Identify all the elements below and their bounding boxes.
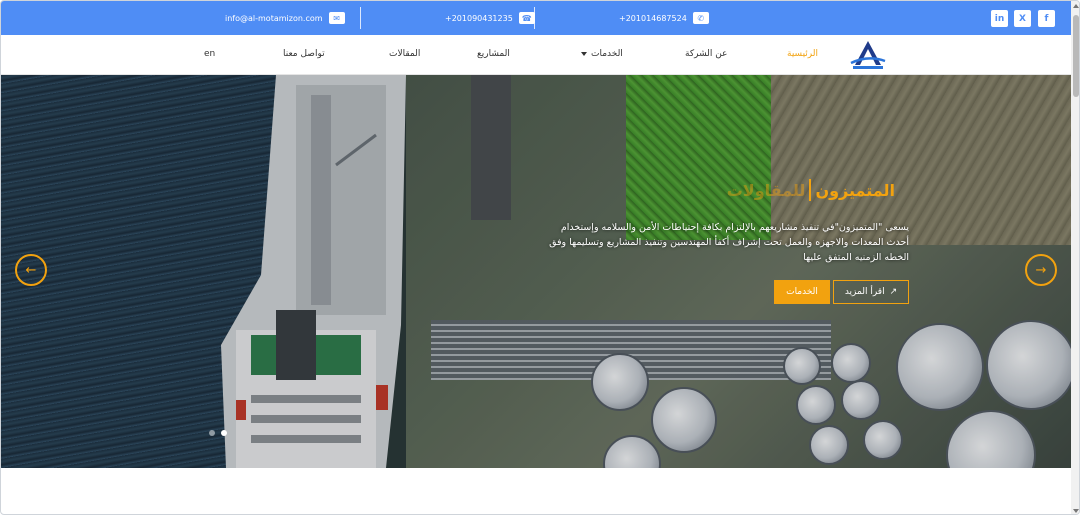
- main-navigation: الرئيسية عن الشركة الخدمات المشاريع المق…: [1, 35, 1071, 75]
- services-button[interactable]: الخدمات: [774, 280, 830, 304]
- top-contact-bar: in X f +201014687524 ✆ +201090431235 ☎ i…: [1, 1, 1071, 35]
- hero-slider: المتميزون للمقاولات يسعى "المتميزون"في ت…: [1, 75, 1071, 468]
- phone-contact[interactable]: +201090431235 ☎: [445, 11, 535, 25]
- hero-overlay: [1, 75, 1071, 468]
- nav-item-articles[interactable]: المقالات: [389, 49, 420, 59]
- caret-down-icon: [581, 51, 587, 56]
- hero-title-sub: للمقاولات: [726, 180, 806, 200]
- phone-number[interactable]: +201090431235: [445, 14, 513, 23]
- language-switch[interactable]: en: [204, 49, 215, 59]
- phone-icon: ☎: [518, 12, 535, 24]
- envelope-icon: ✉: [328, 12, 345, 24]
- hero-title-divider: [809, 179, 812, 201]
- hero-title-main: المتميزون: [815, 180, 895, 200]
- facebook-icon[interactable]: f: [1038, 10, 1055, 27]
- whatsapp-icon: ✆: [692, 12, 709, 24]
- slider-dot[interactable]: [209, 430, 215, 436]
- arrow-left-icon[interactable]: ←: [15, 254, 47, 286]
- page-scrollbar[interactable]: [1071, 1, 1079, 514]
- slider-dot-active[interactable]: [221, 430, 227, 436]
- nav-item-about[interactable]: عن الشركة: [685, 49, 727, 59]
- nav-item-projects[interactable]: المشاريع: [477, 49, 510, 59]
- arrow-up-right-icon: ↗: [889, 287, 898, 297]
- nav-item-home[interactable]: الرئيسية: [787, 49, 818, 59]
- scroll-down-icon[interactable]: [1073, 509, 1079, 513]
- hero-title: المتميزون للمقاولات: [727, 179, 895, 201]
- scroll-up-icon[interactable]: [1073, 4, 1079, 8]
- read-more-button[interactable]: اقرأ المزيد ↗: [833, 280, 909, 304]
- nav-item-services[interactable]: الخدمات: [581, 49, 623, 59]
- browser-page: in X f +201014687524 ✆ +201090431235 ☎ i…: [0, 0, 1080, 515]
- divider: [360, 7, 361, 29]
- nav-item-contact[interactable]: تواصل معنا: [283, 49, 325, 59]
- hero-description: يسعى "المتميزون"في تنفيذ مشاريعهم بالإلت…: [549, 222, 909, 263]
- company-logo[interactable]: [847, 39, 889, 71]
- linkedin-icon[interactable]: in: [991, 10, 1008, 27]
- read-more-label: اقرأ المزيد: [844, 287, 885, 297]
- whatsapp-number[interactable]: +201014687524: [619, 14, 687, 23]
- email-contact[interactable]: info@al-motamizon.com ✉: [225, 11, 345, 25]
- whatsapp-contact[interactable]: +201014687524 ✆: [619, 11, 709, 25]
- arrow-right-icon[interactable]: →: [1025, 254, 1057, 286]
- x-twitter-icon[interactable]: X: [1014, 10, 1031, 27]
- nav-item-services-label: الخدمات: [591, 49, 623, 59]
- scrollbar-thumb[interactable]: [1073, 15, 1079, 97]
- email-address[interactable]: info@al-motamizon.com: [225, 14, 323, 23]
- slider-dots: [209, 430, 227, 436]
